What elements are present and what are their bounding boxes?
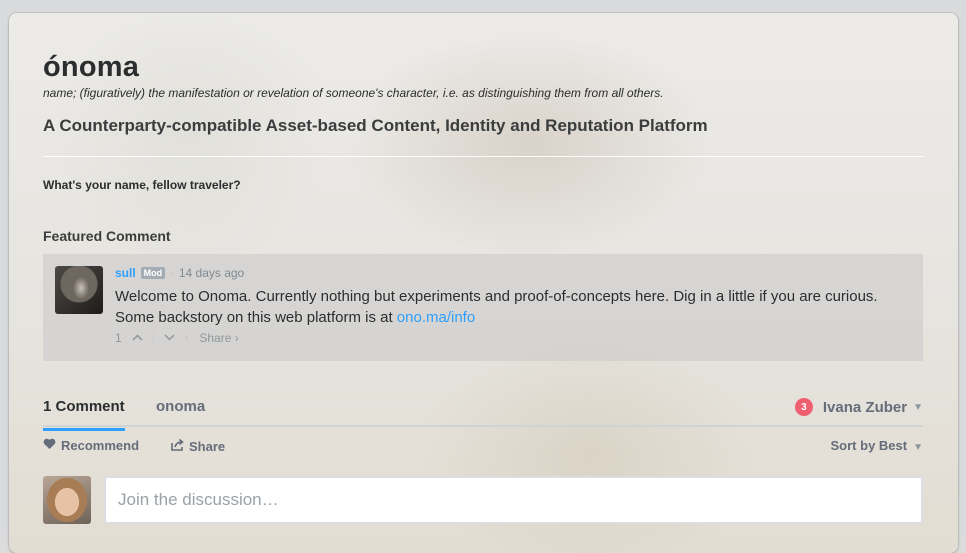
tab-community[interactable]: onoma xyxy=(156,398,205,415)
discussion-tabs: 1 Comment onoma 3 Ivana Zuber ▼ xyxy=(43,383,923,431)
comment-link[interactable]: ono.ma/info xyxy=(397,309,475,326)
disqus-card: ónoma name; (figuratively) the manifesta… xyxy=(9,13,958,553)
comment-meta: sull Mod · 14 days ago xyxy=(115,266,244,280)
comment-timestamp[interactable]: 14 days ago xyxy=(179,266,244,280)
share-icon xyxy=(171,438,184,454)
comment-share-link[interactable]: Share › xyxy=(199,331,238,345)
user-menu[interactable]: 3 Ivana Zuber ▼ xyxy=(794,398,923,416)
meta-separator: · xyxy=(170,268,174,280)
comment-text: Welcome to Onoma. Currently nothing but … xyxy=(115,288,878,326)
recommend-button[interactable]: Recommend xyxy=(43,438,139,453)
share-label: Share xyxy=(189,438,226,454)
user-avatar[interactable] xyxy=(43,476,91,524)
vote-divider xyxy=(152,331,154,345)
downvote-icon[interactable] xyxy=(159,332,180,344)
chevron-down-icon: ▼ xyxy=(913,401,923,413)
comment-input[interactable] xyxy=(104,476,923,524)
comment-author[interactable]: sull xyxy=(115,266,136,280)
sort-dropdown[interactable]: Sort by Best ▼ xyxy=(831,438,923,453)
share-button[interactable]: Share xyxy=(171,438,225,454)
upvote-icon[interactable] xyxy=(127,332,148,344)
action-bar: Recommend Share Sort by Best ▼ xyxy=(43,438,923,458)
featured-comment-heading: Featured Comment xyxy=(43,228,171,244)
recommend-label: Recommend xyxy=(61,438,140,453)
site-tagline: A Counterparty-compatible Asset-based Co… xyxy=(43,116,708,135)
divider xyxy=(43,156,923,157)
featured-comment: sull Mod · 14 days ago Welcome to Onoma. Cu… xyxy=(43,254,923,361)
mod-badge: Mod xyxy=(140,267,166,279)
user-name[interactable]: Ivana Zuber xyxy=(823,399,907,416)
avatar[interactable] xyxy=(55,266,103,314)
heart-icon xyxy=(43,438,56,453)
notification-badge[interactable]: 3 xyxy=(794,398,813,416)
comment-body: Welcome to Onoma. Currently nothing but … xyxy=(115,286,905,328)
action-separator: · xyxy=(184,332,189,344)
site-title: ónoma xyxy=(43,51,140,83)
sort-label: Sort by Best xyxy=(830,438,908,453)
vote-count: 1 xyxy=(115,331,122,345)
site-definition: name; (figuratively) the manifestation o… xyxy=(43,86,664,100)
chevron-down-icon: ▼ xyxy=(913,442,923,453)
comment-actions: 1 · Share › xyxy=(115,331,239,345)
site-question: What's your name, fellow traveler? xyxy=(43,178,241,192)
tab-comments[interactable]: 1 Comment xyxy=(43,398,125,431)
